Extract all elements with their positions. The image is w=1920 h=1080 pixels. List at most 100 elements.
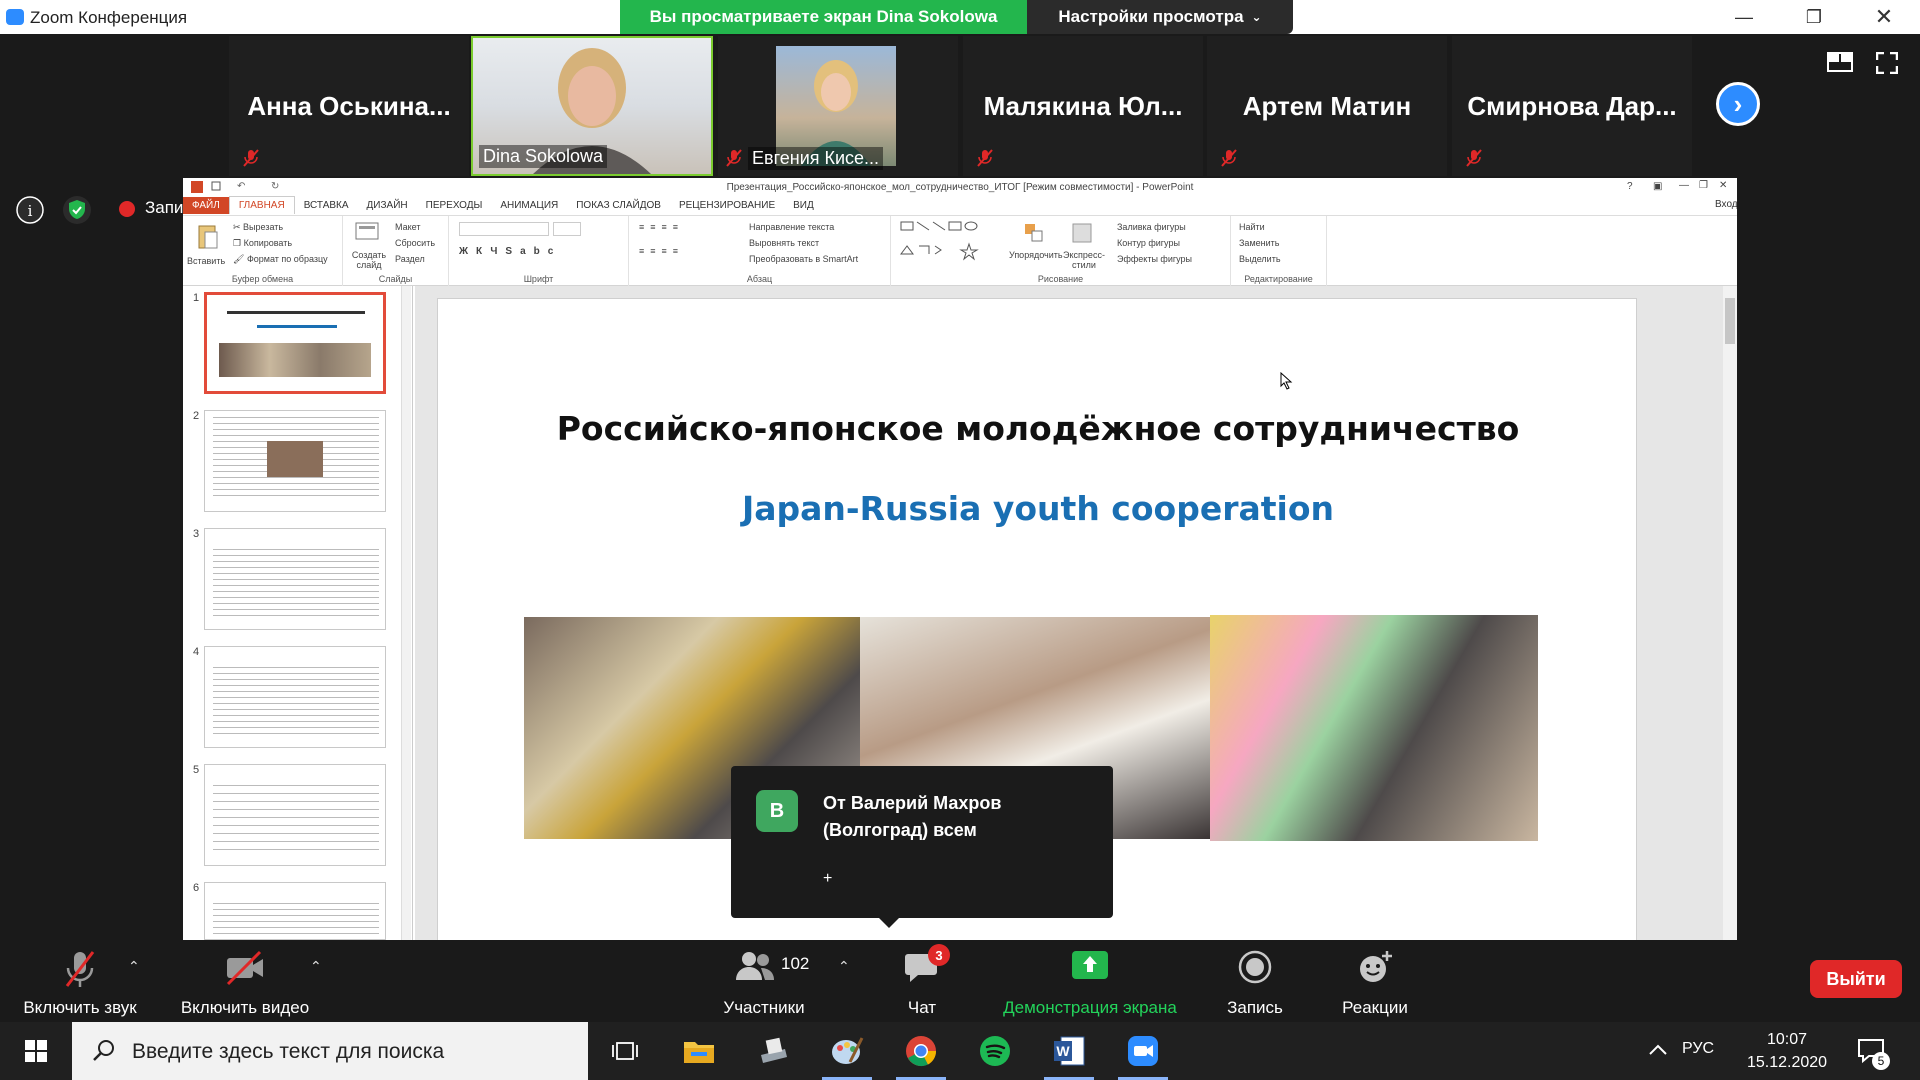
audio-options-caret-icon[interactable]: ⌃ [128,958,140,975]
select-button[interactable]: Выделить [1239,254,1281,264]
quick-styles-icon[interactable] [1071,222,1093,244]
close-button[interactable]: ✕ [1856,0,1912,34]
quick-styles-button[interactable]: Экспресс-стили [1061,250,1107,270]
scanner-app-icon[interactable] [736,1022,810,1080]
cut-label: Вырезать [243,222,284,232]
arrange-button[interactable]: Упорядочить [1009,250,1063,260]
find-button[interactable]: Найти [1239,222,1265,232]
chat-button[interactable]: 3 Чат [880,940,964,1022]
security-shield-icon[interactable] [62,195,92,225]
powerpoint-titlebar: ↶ ↻ Презентация_Российско-японское_мол_с… [183,178,1737,196]
record-button[interactable]: Запись [1214,940,1296,1022]
slide-thumbnail[interactable] [204,410,386,512]
taskbar-clock[interactable]: 10:07 15.12.2020 [1742,1028,1832,1074]
font-size-input[interactable] [553,222,581,236]
zoom-taskbar-icon[interactable] [1106,1022,1180,1080]
word-icon[interactable]: W [1032,1022,1106,1080]
tab-file[interactable]: ФАЙЛ [183,197,229,214]
smartart-button[interactable]: Преобразовать в SmartArt [749,254,858,264]
taskbar-search-input[interactable]: Введите здесь текст для поиска [72,1022,588,1080]
layout-switch-icon[interactable] [1827,52,1853,72]
tab-design[interactable]: ДИЗАЙН [358,197,417,214]
font-format-buttons[interactable]: ЖКЧSabc [459,246,561,257]
participant-name: Смирнова Дар... [1467,91,1677,121]
new-slide-icon[interactable] [355,222,379,244]
help-icon[interactable]: ? [1627,181,1633,192]
participant-tile[interactable]: Малякина Юл... [963,36,1203,176]
format-painter-button[interactable]: 🖌 Формат по образцу [233,254,328,265]
new-slide-button[interactable]: Создать слайд [347,250,391,270]
tab-insert[interactable]: ВСТАВКА [295,197,358,214]
scrollbar-thumb[interactable] [1725,298,1735,344]
replace-button[interactable]: Заменить [1239,238,1279,248]
task-view-icon[interactable] [588,1022,662,1080]
fullscreen-icon[interactable] [1876,52,1898,74]
tab-view[interactable]: ВИД [784,197,823,214]
slide-thumbnail[interactable] [204,764,386,866]
reset-button[interactable]: Сбросить [395,238,435,248]
file-explorer-icon[interactable] [662,1022,736,1080]
restore-button[interactable]: ❐ [1786,0,1842,34]
chevron-up-icon[interactable] [1648,1042,1668,1056]
tab-transitions[interactable]: ПЕРЕХОДЫ [417,197,492,214]
thumbnails-scrollbar[interactable] [401,286,411,940]
participant-tile[interactable]: Анна Оськина... [229,36,469,176]
paste-button[interactable]: Вставить [187,256,225,266]
cut-button[interactable]: ✂ Вырезать [233,222,283,233]
chat-message-text: + [823,870,833,887]
view-options-button[interactable]: Настройки просмотра ⌄ [1027,0,1293,34]
slide-thumbnail[interactable] [204,882,386,940]
paste-icon[interactable] [197,222,219,250]
shape-outline-button[interactable]: Контур фигуры [1117,238,1180,248]
leave-button[interactable]: Выйти [1810,960,1902,998]
unmute-button[interactable]: Включить звук [10,940,150,1022]
layout-button[interactable]: Макет [395,222,420,232]
tab-home[interactable]: ГЛАВНАЯ [228,196,295,214]
ribbon-display-icon[interactable]: ▣ [1653,181,1662,192]
tab-animation[interactable]: АНИМАЦИЯ [491,197,567,214]
slide-scrollbar[interactable] [1723,286,1737,940]
slide-thumbnail[interactable] [204,528,386,630]
video-options-caret-icon[interactable]: ⌃ [310,958,322,975]
next-participants-arrow-icon[interactable]: › [1716,82,1760,126]
shape-fill-button[interactable]: Заливка фигуры [1117,222,1186,232]
tab-review[interactable]: РЕЦЕНЗИРОВАНИЕ [670,197,784,214]
align-buttons[interactable]: ≡≡≡≡ [639,246,684,256]
spotify-icon[interactable] [958,1022,1032,1080]
thumbnail-number: 6 [193,882,200,894]
participant-tile-active-speaker[interactable]: Dina Sokolowa [471,36,713,176]
arrange-icon[interactable] [1023,222,1045,244]
font-name-input[interactable] [459,222,549,236]
reactions-icon [1360,951,1392,982]
start-button[interactable] [0,1022,72,1080]
text-direction-button[interactable]: Направление текста [749,222,834,232]
slide-thumbnail[interactable] [204,646,386,748]
chat-notification-popup[interactable]: В От Валерий Махров (Волгоград) всем + [731,766,1113,928]
section-button[interactable]: Раздел [395,254,425,264]
share-screen-button[interactable]: Демонстрация экрана [990,940,1190,1022]
paint-app-icon[interactable] [810,1022,884,1080]
reactions-button[interactable]: Реакции [1330,940,1420,1022]
align-text-button[interactable]: Выровнять текст [749,238,819,248]
participant-tile[interactable]: Смирнова Дар... [1452,36,1692,176]
copy-button[interactable]: ❐ Копировать [233,238,292,249]
tab-slideshow[interactable]: ПОКАЗ СЛАЙДОВ [567,197,670,214]
input-language-indicator[interactable]: РУС [1682,1040,1714,1058]
slide-thumbnail-selected[interactable] [204,292,386,394]
pp-close-button[interactable]: ✕ [1719,180,1727,191]
participant-tile[interactable]: Артем Матин [1207,36,1447,176]
info-icon[interactable]: i [15,195,45,225]
start-video-button[interactable]: Включить видео [170,940,320,1022]
list-buttons[interactable]: ≡≡≡≡ [639,222,684,232]
pp-restore-button[interactable]: ❐ [1699,180,1708,191]
minimize-button[interactable]: — [1716,0,1772,34]
sign-in-link[interactable]: Вход [1715,199,1737,210]
participant-tile[interactable]: Евгения Кисе... [718,36,958,176]
shapes-gallery-icon[interactable] [899,220,999,264]
shape-effects-button[interactable]: Эффекты фигуры [1117,254,1192,264]
share-screen-label: Демонстрация экрана [1003,998,1177,1017]
participants-button[interactable]: 102 Участники [705,940,823,1022]
chrome-icon[interactable] [884,1022,958,1080]
pp-minimize-button[interactable]: — [1679,180,1689,191]
participants-caret-icon[interactable]: ⌃ [838,958,850,975]
